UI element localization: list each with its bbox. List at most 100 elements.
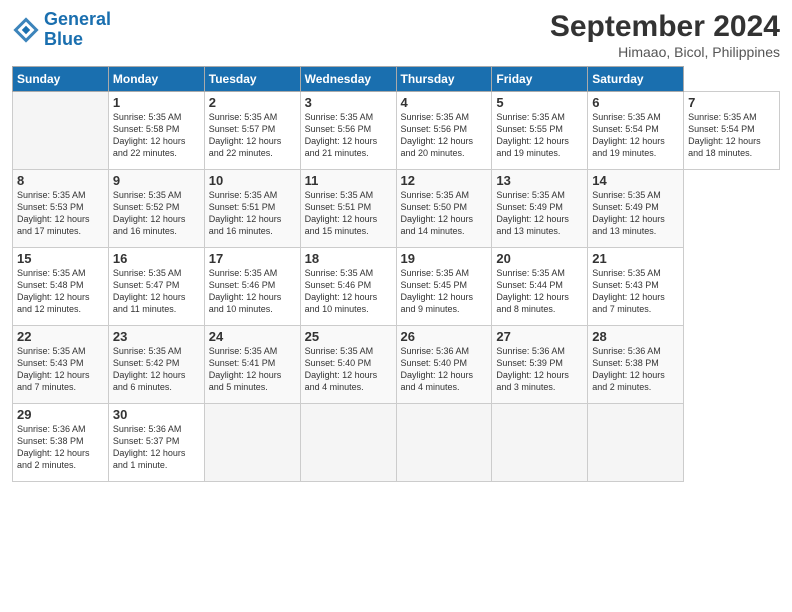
day-info: Sunrise: 5:35 AM Sunset: 5:56 PM Dayligh…: [401, 111, 488, 160]
calendar-cell: 1Sunrise: 5:35 AM Sunset: 5:58 PM Daylig…: [108, 92, 204, 170]
calendar-cell: 25Sunrise: 5:35 AM Sunset: 5:40 PM Dayli…: [300, 326, 396, 404]
day-number: 24: [209, 329, 296, 344]
day-number: 8: [17, 173, 104, 188]
day-number: 13: [496, 173, 583, 188]
day-info: Sunrise: 5:35 AM Sunset: 5:40 PM Dayligh…: [305, 345, 392, 394]
day-number: 23: [113, 329, 200, 344]
day-info: Sunrise: 5:35 AM Sunset: 5:58 PM Dayligh…: [113, 111, 200, 160]
day-number: 18: [305, 251, 392, 266]
day-info: Sunrise: 5:36 AM Sunset: 5:38 PM Dayligh…: [17, 423, 104, 472]
month-title: September 2024: [550, 10, 780, 44]
calendar-week-4: 22Sunrise: 5:35 AM Sunset: 5:43 PM Dayli…: [13, 326, 780, 404]
calendar-cell: [588, 404, 684, 482]
page-container: General Blue September 2024 Himaao, Bico…: [0, 0, 792, 492]
day-info: Sunrise: 5:35 AM Sunset: 5:43 PM Dayligh…: [592, 267, 679, 316]
day-info: Sunrise: 5:35 AM Sunset: 5:50 PM Dayligh…: [401, 189, 488, 238]
calendar-cell: 24Sunrise: 5:35 AM Sunset: 5:41 PM Dayli…: [204, 326, 300, 404]
day-info: Sunrise: 5:35 AM Sunset: 5:48 PM Dayligh…: [17, 267, 104, 316]
day-number: 3: [305, 95, 392, 110]
day-info: Sunrise: 5:35 AM Sunset: 5:42 PM Dayligh…: [113, 345, 200, 394]
day-number: 16: [113, 251, 200, 266]
day-info: Sunrise: 5:35 AM Sunset: 5:57 PM Dayligh…: [209, 111, 296, 160]
day-info: Sunrise: 5:35 AM Sunset: 5:41 PM Dayligh…: [209, 345, 296, 394]
day-number: 26: [401, 329, 488, 344]
day-number: 17: [209, 251, 296, 266]
day-info: Sunrise: 5:35 AM Sunset: 5:49 PM Dayligh…: [592, 189, 679, 238]
calendar-cell: 21Sunrise: 5:35 AM Sunset: 5:43 PM Dayli…: [588, 248, 684, 326]
day-info: Sunrise: 5:35 AM Sunset: 5:46 PM Dayligh…: [305, 267, 392, 316]
calendar-cell: 18Sunrise: 5:35 AM Sunset: 5:46 PM Dayli…: [300, 248, 396, 326]
day-info: Sunrise: 5:35 AM Sunset: 5:56 PM Dayligh…: [305, 111, 392, 160]
calendar-cell: 11Sunrise: 5:35 AM Sunset: 5:51 PM Dayli…: [300, 170, 396, 248]
logo-line2: Blue: [44, 29, 83, 49]
day-info: Sunrise: 5:35 AM Sunset: 5:53 PM Dayligh…: [17, 189, 104, 238]
day-number: 11: [305, 173, 392, 188]
calendar-cell: 13Sunrise: 5:35 AM Sunset: 5:49 PM Dayli…: [492, 170, 588, 248]
day-info: Sunrise: 5:35 AM Sunset: 5:45 PM Dayligh…: [401, 267, 488, 316]
day-info: Sunrise: 5:35 AM Sunset: 5:55 PM Dayligh…: [496, 111, 583, 160]
title-block: September 2024 Himaao, Bicol, Philippine…: [550, 10, 780, 60]
location-title: Himaao, Bicol, Philippines: [550, 44, 780, 60]
day-number: 19: [401, 251, 488, 266]
day-info: Sunrise: 5:35 AM Sunset: 5:52 PM Dayligh…: [113, 189, 200, 238]
day-info: Sunrise: 5:35 AM Sunset: 5:49 PM Dayligh…: [496, 189, 583, 238]
day-info: Sunrise: 5:35 AM Sunset: 5:51 PM Dayligh…: [209, 189, 296, 238]
logo-line1: General: [44, 9, 111, 29]
day-number: 25: [305, 329, 392, 344]
calendar-cell: 17Sunrise: 5:35 AM Sunset: 5:46 PM Dayli…: [204, 248, 300, 326]
calendar-cell: [396, 404, 492, 482]
day-info: Sunrise: 5:35 AM Sunset: 5:47 PM Dayligh…: [113, 267, 200, 316]
calendar-cell: [300, 404, 396, 482]
calendar-cell: 30Sunrise: 5:36 AM Sunset: 5:37 PM Dayli…: [108, 404, 204, 482]
header: General Blue September 2024 Himaao, Bico…: [12, 10, 780, 60]
col-thursday: Thursday: [396, 67, 492, 92]
calendar-cell: 5Sunrise: 5:35 AM Sunset: 5:55 PM Daylig…: [492, 92, 588, 170]
calendar-cell: 2Sunrise: 5:35 AM Sunset: 5:57 PM Daylig…: [204, 92, 300, 170]
calendar-cell: 15Sunrise: 5:35 AM Sunset: 5:48 PM Dayli…: [13, 248, 109, 326]
header-row: Sunday Monday Tuesday Wednesday Thursday…: [13, 67, 780, 92]
calendar-cell: 3Sunrise: 5:35 AM Sunset: 5:56 PM Daylig…: [300, 92, 396, 170]
col-friday: Friday: [492, 67, 588, 92]
calendar-cell: 12Sunrise: 5:35 AM Sunset: 5:50 PM Dayli…: [396, 170, 492, 248]
day-info: Sunrise: 5:36 AM Sunset: 5:40 PM Dayligh…: [401, 345, 488, 394]
day-info: Sunrise: 5:36 AM Sunset: 5:37 PM Dayligh…: [113, 423, 200, 472]
col-tuesday: Tuesday: [204, 67, 300, 92]
logo: General Blue: [12, 10, 111, 50]
day-number: 27: [496, 329, 583, 344]
calendar-cell: 23Sunrise: 5:35 AM Sunset: 5:42 PM Dayli…: [108, 326, 204, 404]
day-info: Sunrise: 5:36 AM Sunset: 5:39 PM Dayligh…: [496, 345, 583, 394]
calendar-cell: 22Sunrise: 5:35 AM Sunset: 5:43 PM Dayli…: [13, 326, 109, 404]
day-number: 14: [592, 173, 679, 188]
day-number: 10: [209, 173, 296, 188]
col-wednesday: Wednesday: [300, 67, 396, 92]
day-number: 28: [592, 329, 679, 344]
calendar-cell: [204, 404, 300, 482]
calendar-cell: 26Sunrise: 5:36 AM Sunset: 5:40 PM Dayli…: [396, 326, 492, 404]
day-number: 20: [496, 251, 583, 266]
day-number: 2: [209, 95, 296, 110]
calendar-table: Sunday Monday Tuesday Wednesday Thursday…: [12, 66, 780, 482]
calendar-cell: 8Sunrise: 5:35 AM Sunset: 5:53 PM Daylig…: [13, 170, 109, 248]
calendar-cell: 14Sunrise: 5:35 AM Sunset: 5:49 PM Dayli…: [588, 170, 684, 248]
col-saturday: Saturday: [588, 67, 684, 92]
calendar-week-2: 8Sunrise: 5:35 AM Sunset: 5:53 PM Daylig…: [13, 170, 780, 248]
day-info: Sunrise: 5:35 AM Sunset: 5:44 PM Dayligh…: [496, 267, 583, 316]
day-number: 15: [17, 251, 104, 266]
day-info: Sunrise: 5:35 AM Sunset: 5:43 PM Dayligh…: [17, 345, 104, 394]
day-number: 7: [688, 95, 775, 110]
day-info: Sunrise: 5:35 AM Sunset: 5:46 PM Dayligh…: [209, 267, 296, 316]
calendar-cell: 10Sunrise: 5:35 AM Sunset: 5:51 PM Dayli…: [204, 170, 300, 248]
calendar-cell: 9Sunrise: 5:35 AM Sunset: 5:52 PM Daylig…: [108, 170, 204, 248]
day-number: 4: [401, 95, 488, 110]
day-number: 9: [113, 173, 200, 188]
calendar-cell: 16Sunrise: 5:35 AM Sunset: 5:47 PM Dayli…: [108, 248, 204, 326]
logo-icon: [12, 16, 40, 44]
col-monday: Monday: [108, 67, 204, 92]
day-number: 30: [113, 407, 200, 422]
calendar-cell: 20Sunrise: 5:35 AM Sunset: 5:44 PM Dayli…: [492, 248, 588, 326]
calendar-cell: 6Sunrise: 5:35 AM Sunset: 5:54 PM Daylig…: [588, 92, 684, 170]
logo-text: General Blue: [44, 10, 111, 50]
calendar-cell: 7Sunrise: 5:35 AM Sunset: 5:54 PM Daylig…: [684, 92, 780, 170]
calendar-cell: 4Sunrise: 5:35 AM Sunset: 5:56 PM Daylig…: [396, 92, 492, 170]
day-number: 6: [592, 95, 679, 110]
